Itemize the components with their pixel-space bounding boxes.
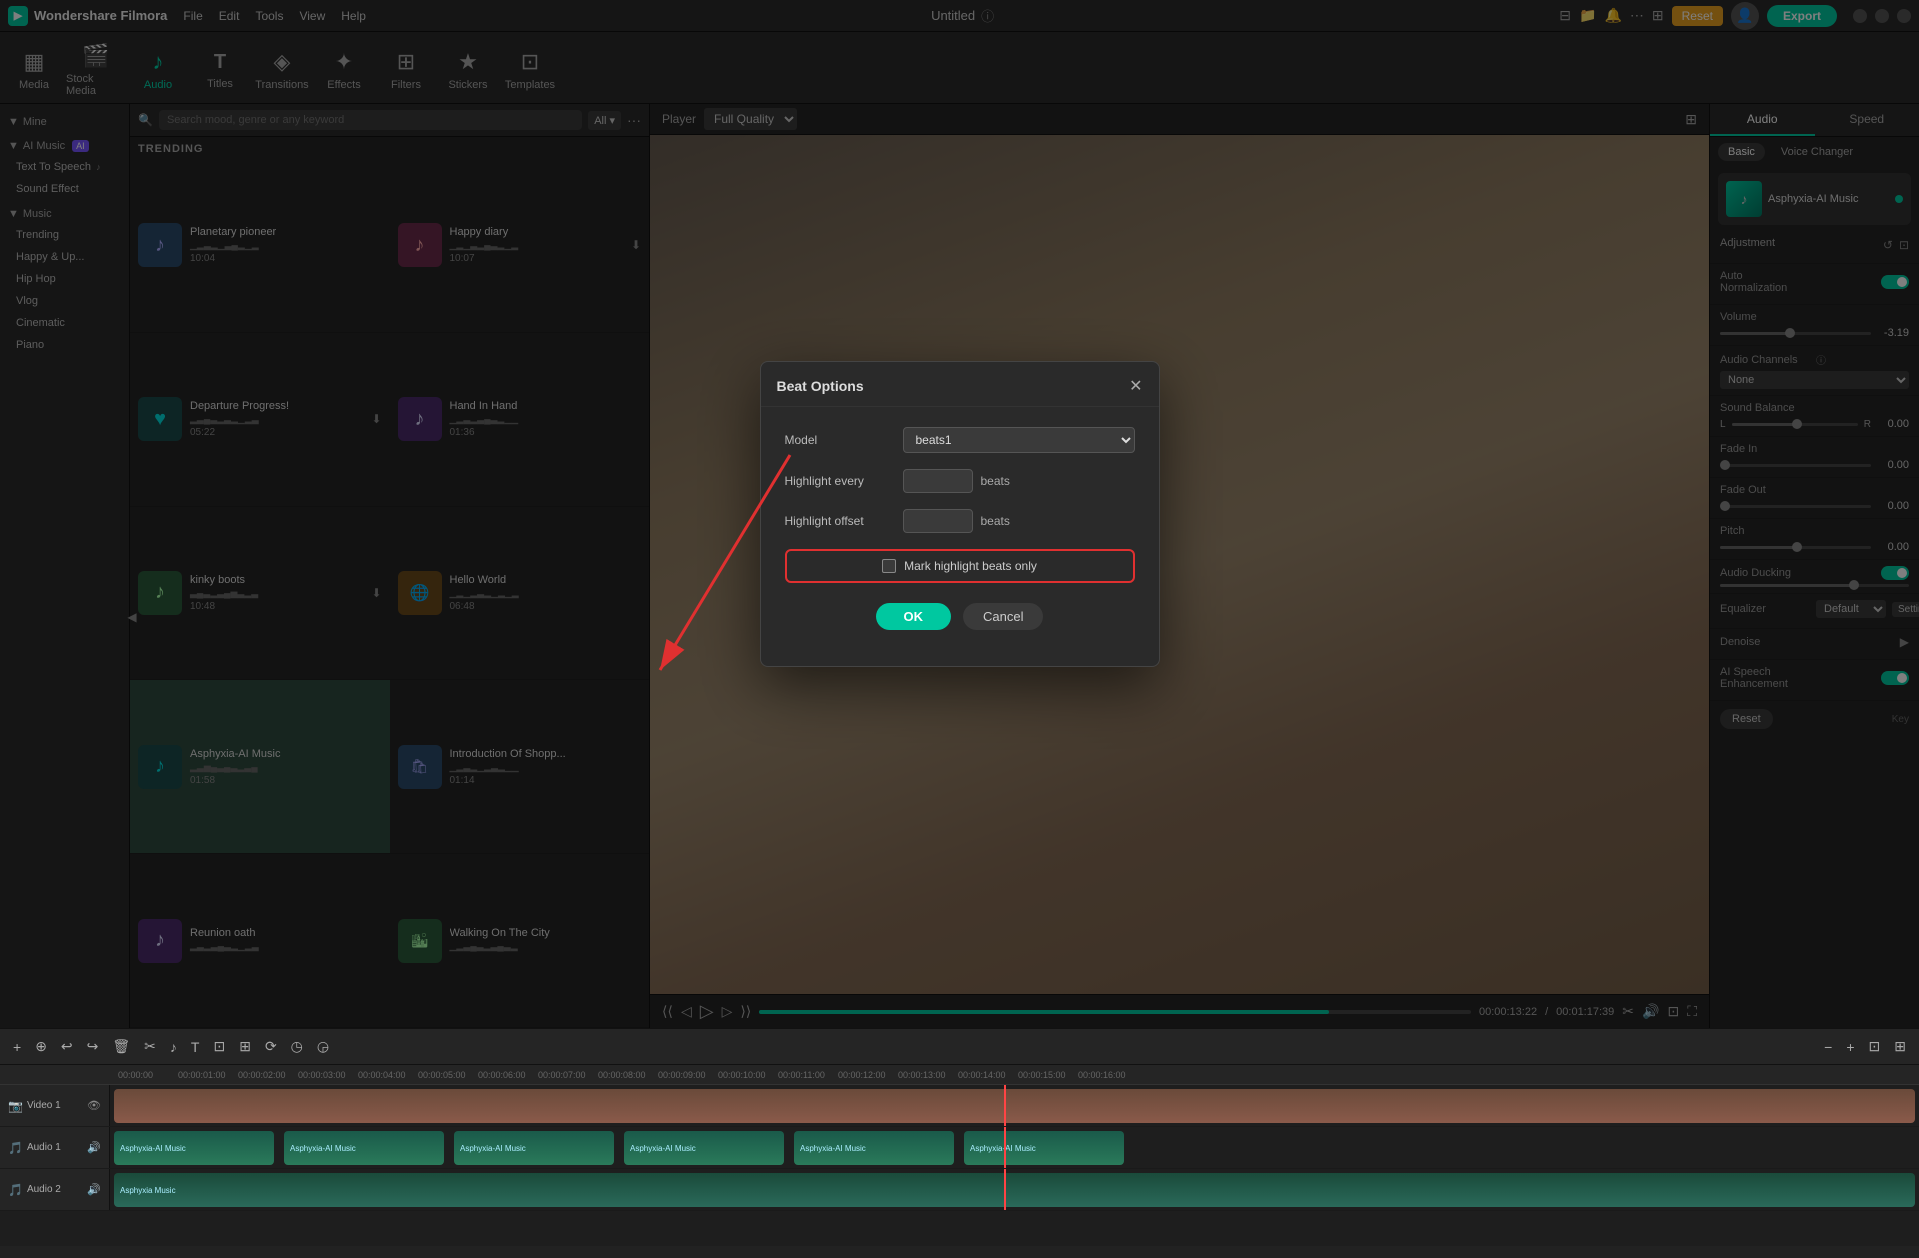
highlight-offset-row: Highlight offset 0 beats [785, 509, 1135, 533]
ruler-2: 00:00:02:00 [238, 1070, 286, 1080]
tl-undo-btn[interactable]: ↩ [56, 1035, 78, 1058]
tl-layout-btn[interactable]: ⊞ [1889, 1035, 1911, 1058]
track-area-audio1: Asphyxia-AI Music Asphyxia-AI Music Asph… [110, 1127, 1919, 1168]
tl-more3-btn[interactable]: ◶ [312, 1035, 334, 1058]
audio-clip-1c[interactable]: Asphyxia-AI Music [454, 1131, 614, 1165]
track-area-audio2: Asphyxia Music [110, 1169, 1919, 1210]
dialog-body: Model beats1 Highlight every 4 beats Hig… [761, 407, 1159, 666]
timeline-content: 00:00:00 00:00:01:00 00:00:02:00 00:00:0… [0, 1065, 1919, 1246]
ruler-13: 00:00:13:00 [898, 1070, 946, 1080]
track-label-audio2: 🎵 Audio 2 🔊 [0, 1169, 110, 1210]
ruler-12: 00:00:12:00 [838, 1070, 886, 1080]
tl-copy-btn[interactable]: ⊡ [208, 1035, 230, 1058]
cancel-button[interactable]: Cancel [963, 603, 1043, 630]
audio1-name: Audio 1 [27, 1142, 61, 1153]
timeline-toolbar: + ⊕ ↩ ↪ 🗑 ✂ ♪ T ⊡ ⊞ ⟳ ◷ ◶ − + ⊡ ⊞ [0, 1029, 1919, 1065]
mute-icon-2[interactable]: 🔊 [87, 1183, 101, 1196]
track-row-audio1: 🎵 Audio 1 🔊 Asphyxia-AI Music Asphyxia-A… [0, 1127, 1919, 1169]
audio-clip-1e[interactable]: Asphyxia-AI Music [794, 1131, 954, 1165]
ruler-3: 00:00:03:00 [298, 1070, 346, 1080]
tl-add-btn[interactable]: + [8, 1036, 26, 1058]
mute-icon-1[interactable]: 🔊 [87, 1141, 101, 1154]
audio-clip-2[interactable]: Asphyxia Music [114, 1173, 1915, 1207]
tl-split-btn[interactable]: ⊞ [234, 1035, 256, 1058]
tl-zoom-in-btn[interactable]: + [1841, 1036, 1859, 1058]
model-label: Model [785, 433, 895, 447]
timeline-scrollbar[interactable] [0, 1246, 1919, 1258]
video-track-icon: 📷 [8, 1099, 23, 1113]
highlight-every-row: Highlight every 4 beats [785, 469, 1135, 493]
audio-clip-1a[interactable]: Asphyxia-AI Music [114, 1131, 274, 1165]
highlight-offset-input[interactable]: 0 [903, 509, 973, 533]
timeline: + ⊕ ↩ ↪ 🗑 ✂ ♪ T ⊡ ⊞ ⟳ ◷ ◶ − + ⊡ ⊞ 00:00:… [0, 1028, 1919, 1258]
ruler-8: 00:00:08:00 [598, 1070, 646, 1080]
mark-highlight-row: Mark highlight beats only [785, 549, 1135, 583]
track-row-audio2: 🎵 Audio 2 🔊 Asphyxia Music [0, 1169, 1919, 1211]
tl-audio-btn[interactable]: ♪ [165, 1036, 182, 1058]
tl-magnet-btn[interactable]: ⊕ [30, 1035, 52, 1058]
track-label-audio1: 🎵 Audio 1 🔊 [0, 1127, 110, 1168]
audio2-icon: 🎵 [8, 1183, 23, 1197]
tl-more2-btn[interactable]: ◷ [286, 1035, 308, 1058]
audio-clip-1b[interactable]: Asphyxia-AI Music [284, 1131, 444, 1165]
ruler-5: 00:00:05:00 [418, 1070, 466, 1080]
ruler-10: 00:00:10:00 [718, 1070, 766, 1080]
highlight-every-label: Highlight every [785, 474, 895, 488]
audio-clip-1d[interactable]: Asphyxia-AI Music [624, 1131, 784, 1165]
ruler-7: 00:00:07:00 [538, 1070, 586, 1080]
timeline-ruler: 00:00:00 00:00:01:00 00:00:02:00 00:00:0… [0, 1065, 1919, 1085]
tl-redo-btn[interactable]: ↪ [82, 1035, 104, 1058]
mark-highlight-label: Mark highlight beats only [904, 559, 1037, 573]
dialog-close-button[interactable]: ✕ [1129, 376, 1142, 396]
tl-fit-btn[interactable]: ⊡ [1864, 1035, 1886, 1058]
model-select[interactable]: beats1 [903, 427, 1135, 453]
track-area-video [110, 1085, 1919, 1126]
track-label-video: 📷 Video 1 👁 [0, 1085, 110, 1126]
highlight-offset-unit: beats [981, 514, 1010, 528]
ruler-16: 00:00:16:00 [1078, 1070, 1126, 1080]
tl-more1-btn[interactable]: ⟳ [260, 1035, 282, 1058]
ruler-0: 00:00:00 [118, 1070, 153, 1080]
ruler-6: 00:00:06:00 [478, 1070, 526, 1080]
ruler-15: 00:00:15:00 [1018, 1070, 1066, 1080]
dialog-overlay[interactable]: Beat Options ✕ Model beats1 Highlight ev… [0, 0, 1919, 1028]
dialog-footer: OK Cancel [785, 599, 1135, 646]
highlight-every-unit: beats [981, 474, 1010, 488]
audio1-icon: 🎵 [8, 1141, 23, 1155]
dialog-header: Beat Options ✕ [761, 362, 1159, 407]
video-track-name: Video 1 [27, 1100, 61, 1111]
tl-delete-btn[interactable]: 🗑 [107, 1035, 135, 1058]
dialog-title: Beat Options [777, 378, 864, 394]
highlight-every-input[interactable]: 4 [903, 469, 973, 493]
ruler-4: 00:00:04:00 [358, 1070, 406, 1080]
audio-clip-1f[interactable]: Asphyxia-AI Music [964, 1131, 1124, 1165]
tl-cut-btn[interactable]: ✂ [139, 1035, 161, 1058]
audio2-name: Audio 2 [27, 1184, 61, 1195]
tl-text-btn[interactable]: T [186, 1036, 205, 1058]
highlight-offset-label: Highlight offset [785, 514, 895, 528]
track-row-video: 📷 Video 1 👁 [0, 1085, 1919, 1127]
dialog-model-row: Model beats1 [785, 427, 1135, 453]
ruler-11: 00:00:11:00 [778, 1070, 825, 1080]
ruler-9: 00:00:09:00 [658, 1070, 706, 1080]
ruler-14: 00:00:14:00 [958, 1070, 1006, 1080]
ok-button[interactable]: OK [876, 603, 952, 630]
beat-options-dialog: Beat Options ✕ Model beats1 Highlight ev… [760, 361, 1160, 667]
ruler-1: 00:00:01:00 [178, 1070, 226, 1080]
tl-zoom-out-btn[interactable]: − [1819, 1036, 1837, 1058]
eye-icon[interactable]: 👁 [87, 1099, 101, 1112]
video-clip[interactable] [114, 1089, 1915, 1123]
mark-highlight-checkbox[interactable] [882, 559, 896, 573]
